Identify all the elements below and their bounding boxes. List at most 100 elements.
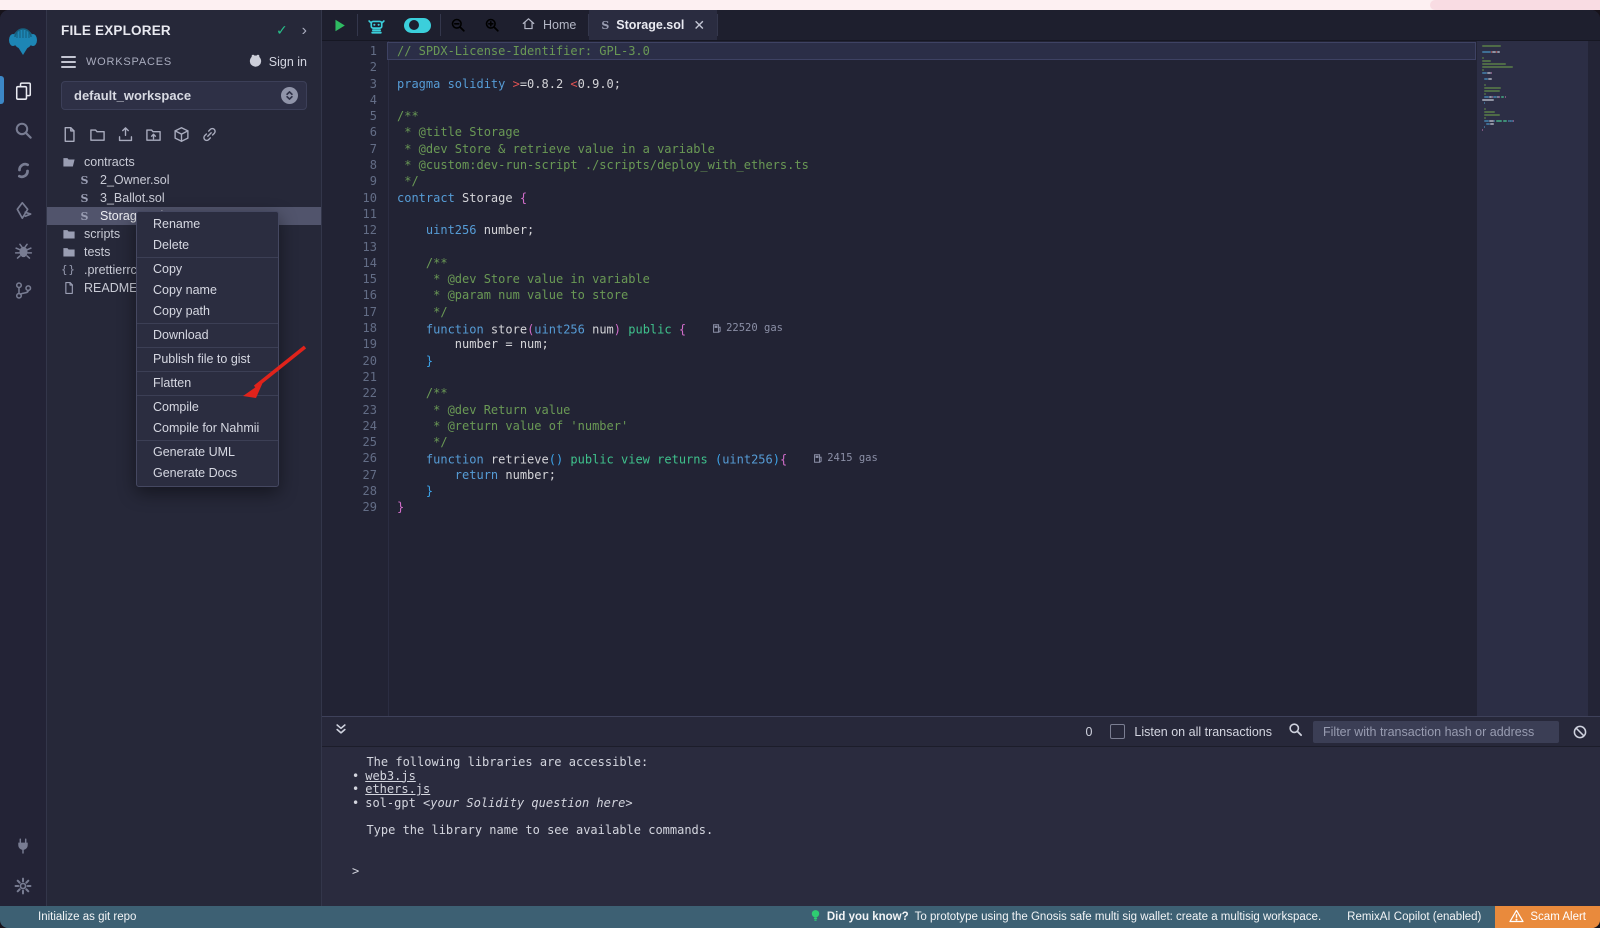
main-area: Home S Storage.sol ✕ 1// SPDX-License-Id… [322,10,1600,906]
upload-file-icon[interactable] [117,126,134,143]
code-line-10[interactable]: 10contract Storage { [322,190,1477,206]
context-menu-item-generate-docs[interactable]: Generate Docs [137,463,278,484]
editor-minimap[interactable] [1477,41,1588,716]
menu-divider [137,347,278,348]
tree-item-contracts[interactable]: contracts [47,153,321,171]
search-icon[interactable] [0,110,46,150]
terminal-line: The following libraries are accessible: [352,756,1600,770]
solidity-compiler-icon[interactable] [0,150,46,190]
line-number: 17 [322,304,377,320]
code-line-16[interactable]: 16 * @param num value to store [322,287,1477,303]
context-menu-item-copy[interactable]: Copy [137,259,278,280]
context-menu-item-compile[interactable]: Compile [137,397,278,418]
code-line-5[interactable]: 5/** [322,108,1477,124]
plugin-manager-icon[interactable] [0,826,46,866]
workspace-switch-icon[interactable] [281,87,298,104]
tab-storage-sol[interactable]: S Storage.sol ✕ [589,10,717,40]
context-menu-item-compile-for-nahmii[interactable]: Compile for Nahmii [137,418,278,439]
file-explorer-icon[interactable] [0,70,46,110]
context-menu-item-delete[interactable]: Delete [137,235,278,256]
code-line-21[interactable]: 21 [322,369,1477,385]
copilot-toggle[interactable] [395,10,440,40]
code-line-19[interactable]: 19 number = num; [322,336,1477,352]
code-line-27[interactable]: 27 return number; [322,467,1477,483]
init-git-repo-button[interactable]: Initialize as git repo [38,911,136,923]
zoom-out-icon[interactable] [441,10,475,40]
new-file-icon[interactable] [61,126,78,143]
workspace-menu-icon[interactable] [61,53,76,71]
code-line-9[interactable]: 9 */ [322,173,1477,189]
code-editor[interactable]: 1// SPDX-License-Identifier: GPL-3.023pr… [322,41,1600,716]
code-line-1[interactable]: 1// SPDX-License-Identifier: GPL-3.0 [322,43,1477,59]
code-line-22[interactable]: 22 /** [322,385,1477,401]
new-folder-icon[interactable] [89,126,106,143]
terminal-search-icon [1288,722,1303,742]
context-menu-item-generate-uml[interactable]: Generate UML [137,442,278,463]
code-line-15[interactable]: 15 * @dev Store value in variable [322,271,1477,287]
line-number: 21 [322,369,377,385]
check-icon[interactable]: ✓ [276,22,288,39]
clear-console-icon[interactable] [1572,724,1588,740]
folder-open-icon [61,155,76,169]
deploy-run-icon[interactable] [0,190,46,230]
sign-in-button[interactable]: Sign in [248,53,307,71]
zoom-in-icon[interactable] [475,10,509,40]
link-icon[interactable] [201,126,218,143]
code-line-6[interactable]: 6 * @title Storage [322,124,1477,140]
upload-folder-icon[interactable] [145,126,162,143]
code-line-24[interactable]: 24 * @return value of 'number' [322,418,1477,434]
remix-logo-icon[interactable] [0,12,46,70]
code-line-8[interactable]: 8 * @custom:dev-run-script ./scripts/dep… [322,157,1477,173]
box-icon[interactable] [173,126,190,143]
context-menu-item-publish-file-to-gist[interactable]: Publish file to gist [137,349,278,370]
tab-home[interactable]: Home [509,10,588,40]
icon-rail [0,10,47,906]
debugger-icon[interactable] [0,230,46,270]
code-line-29[interactable]: 29} [322,499,1477,515]
line-number: 27 [322,467,377,483]
editor-scrollbar-gutter[interactable] [1588,41,1600,716]
code-line-12[interactable]: 12 uint256 number; [322,222,1477,238]
line-number: 29 [322,499,377,515]
context-menu-item-copy-path[interactable]: Copy path [137,301,278,322]
code-line-11[interactable]: 11 [322,206,1477,222]
code-line-23[interactable]: 23 * @dev Return value [322,402,1477,418]
transaction-filter-input[interactable] [1313,721,1559,743]
code-line-18[interactable]: 18 function store(uint256 num) public {2… [322,320,1477,336]
tip-text: To prototype using the Gnosis safe multi… [915,911,1322,923]
menu-divider [137,440,278,441]
code-line-2[interactable]: 2 [322,59,1477,75]
context-menu-item-rename[interactable]: Rename [137,214,278,235]
code-line-4[interactable]: 4 [322,92,1477,108]
code-line-26[interactable]: 26 function retrieve() public view retur… [322,450,1477,466]
tree-item-2-owner-sol[interactable]: S2_Owner.sol [47,171,321,189]
expand-terminal-icon[interactable] [334,722,348,741]
workspace-selector[interactable]: default_workspace [61,81,307,110]
close-tab-icon[interactable]: ✕ [693,17,705,34]
scam-alert-button[interactable]: Scam Alert [1495,906,1600,928]
terminal-prompt[interactable]: > [352,865,1600,879]
code-line-13[interactable]: 13 [322,239,1477,255]
terminal-link[interactable]: web3.js [365,769,416,783]
terminal-output[interactable]: The following libraries are accessible:•… [322,747,1600,906]
context-menu-item-flatten[interactable]: Flatten [137,373,278,394]
run-script-button[interactable] [322,10,357,40]
listen-all-transactions-checkbox[interactable] [1110,724,1125,739]
code-line-20[interactable]: 20 } [322,353,1477,369]
code-line-28[interactable]: 28 } [322,483,1477,499]
remixai-copilot-icon[interactable] [358,10,395,40]
tree-item-label: tests [84,245,110,259]
context-menu-item-download[interactable]: Download [137,325,278,346]
code-line-14[interactable]: 14 /** [322,255,1477,271]
code-line-17[interactable]: 17 */ [322,304,1477,320]
file-context-menu: RenameDelete CopyCopy nameCopy path Downlo… [136,211,279,487]
terminal-link[interactable]: ethers.js [365,782,430,796]
git-icon[interactable] [0,270,46,310]
code-line-7[interactable]: 7 * @dev Store & retrieve value in a var… [322,141,1477,157]
tree-item-3-ballot-sol[interactable]: S3_Ballot.sol [47,189,321,207]
context-menu-item-copy-name[interactable]: Copy name [137,280,278,301]
code-line-3[interactable]: 3pragma solidity >=0.8.2 <0.9.0; [322,76,1477,92]
chevron-right-icon[interactable]: › [302,26,307,36]
settings-icon[interactable] [0,866,46,906]
code-line-25[interactable]: 25 */ [322,434,1477,450]
